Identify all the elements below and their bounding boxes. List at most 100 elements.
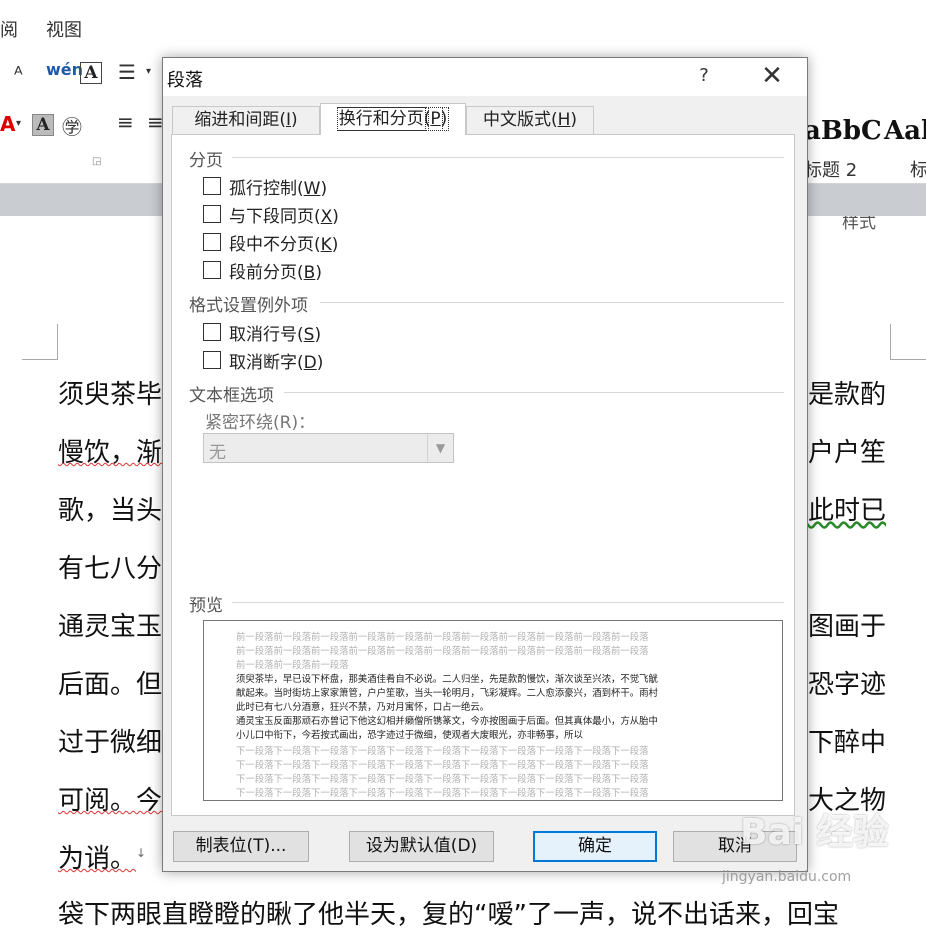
pagination-section-title: 分页 bbox=[189, 151, 223, 171]
close-icon: ✕ bbox=[761, 61, 783, 91]
section-divider bbox=[320, 302, 784, 303]
section-divider bbox=[284, 392, 784, 393]
preview-body-line: 须臾茶毕，早已设下杯盘，那美酒佳肴自不必说。二人归坐，先是款酌慢饮，渐次谈至兴浓… bbox=[236, 674, 658, 685]
accesskey: S bbox=[303, 324, 315, 345]
help-button[interactable]: ? bbox=[693, 63, 715, 89]
section-divider bbox=[232, 602, 784, 603]
doc-line-left: 可阅。今 bbox=[58, 786, 163, 816]
doc-line-left: 歌，当头 bbox=[58, 496, 163, 526]
chevron-down-icon[interactable]: ▼ bbox=[427, 434, 453, 462]
close-button[interactable]: ✕ bbox=[757, 61, 787, 91]
doc-line-left: 后面。但 bbox=[58, 670, 163, 700]
accesskey: X bbox=[320, 206, 333, 227]
doc-line-right: 此时已 bbox=[808, 496, 887, 526]
doc-line-left: 过于微细 bbox=[58, 728, 163, 758]
doc-line-right: 下醉中 bbox=[808, 728, 887, 758]
accesskey: K bbox=[320, 234, 332, 255]
doc-line-left: 通灵宝玉 bbox=[58, 612, 163, 642]
preview-next-line: 下一段落下一段落下一段落下一段落下一段落下一段落下一段落下一段落下一段落下一段落… bbox=[236, 760, 649, 771]
preview-box: 前一段落前一段落前一段落前一段落前一段落前一段落前一段落前一段落前一段落前一段落… bbox=[203, 620, 783, 801]
checkbox-label: 孤行控制 bbox=[229, 178, 297, 199]
preview-body-line: 献起来。当时街坊上家家箫管，户户笙歌，当头一轮明月，飞彩凝辉。二人愈添豪兴，酒到… bbox=[236, 688, 658, 699]
tab-label: 缩进和间距 bbox=[194, 110, 280, 130]
tab-indents-spacing[interactable]: 缩进和间距(I) bbox=[172, 106, 320, 134]
tight-wrap-label: 紧密环绕(R)： bbox=[205, 413, 316, 433]
style-sample-1[interactable]: aBbC bbox=[804, 116, 882, 146]
widow-control-checkbox[interactable]: 孤行控制(W) bbox=[203, 175, 327, 199]
ribbon-tab-review[interactable]: 阅 bbox=[0, 16, 18, 42]
doc-line-right: 恐字迹 bbox=[808, 670, 887, 700]
bullet-list-icon[interactable]: ☰ bbox=[118, 60, 136, 84]
checkbox-box[interactable] bbox=[203, 177, 221, 195]
tab-asian-typography[interactable]: 中文版式(H) bbox=[466, 106, 594, 134]
dialog-launcher-icon[interactable]: ◲ bbox=[92, 156, 101, 167]
chevron-down-icon[interactable]: ▾ bbox=[146, 66, 151, 77]
accesskey: W bbox=[303, 178, 321, 199]
checkbox-label: 段前分页 bbox=[229, 262, 297, 283]
preview-prev-line: 前一段落前一段落前一段落前一段落前一段落前一段落前一段落前一段落前一段落前一段落… bbox=[236, 632, 649, 643]
preview-body-line: 此时已有七八分酒意，狂兴不禁，乃对月寓怀，口占一绝云。 bbox=[236, 702, 490, 713]
tight-wrap-select[interactable]: 无 ▼ bbox=[203, 433, 454, 463]
doc-line-left: 有七八分 bbox=[58, 554, 163, 584]
preview-next-line: 下一段落下一段落下一段落下一段落下一段落下一段落下一段落下一段落下一段落下一段落… bbox=[236, 746, 649, 757]
doc-line-right: 是款酌 bbox=[808, 380, 887, 410]
style-name-heading2: 标题 2 bbox=[804, 160, 858, 181]
dialog-titlebar[interactable]: 段落 ? ✕ bbox=[163, 58, 807, 96]
preview-next-line: 下一段落下一段落下一段落下一段落下一段落下一段落下一段落下一段落下一段落下一段落… bbox=[236, 774, 649, 785]
accesskey: D bbox=[303, 352, 317, 373]
page-corner-mark-left bbox=[22, 324, 58, 360]
paragraph-dialog: 段落 ? ✕ 缩进和间距(I) 换行和分页(P) 中文版式(H) 分页 孤行控制… bbox=[162, 57, 808, 872]
section-divider bbox=[232, 157, 784, 158]
checkbox-label: 取消断字 bbox=[229, 352, 297, 373]
checkbox-box[interactable] bbox=[203, 261, 221, 279]
character-shading-icon[interactable]: A bbox=[32, 114, 54, 136]
doc-line-left: 慢饮，渐 bbox=[58, 438, 163, 468]
doc-line-left: 为诮。 bbox=[58, 844, 137, 874]
align-left-icon[interactable]: ≡ bbox=[117, 110, 134, 134]
enclosed-character-icon[interactable]: ㊫ bbox=[62, 111, 82, 140]
checkbox-box[interactable] bbox=[203, 351, 221, 369]
checkbox-box[interactable] bbox=[203, 233, 221, 251]
keep-with-next-checkbox[interactable]: 与下段同页(X) bbox=[203, 203, 339, 227]
accesskey: B bbox=[303, 262, 316, 283]
dont-hyphenate-checkbox[interactable]: 取消断字(D) bbox=[203, 349, 323, 373]
ok-button[interactable]: 确定 bbox=[533, 831, 657, 862]
tabs-button[interactable]: 制表位(T)... bbox=[173, 831, 309, 862]
baidu-jingyan-watermark: Bai 经验 jingyan.baidu.com bbox=[712, 795, 926, 895]
exceptions-section-title: 格式设置例外项 bbox=[189, 296, 308, 316]
wen-icon[interactable]: wén bbox=[46, 60, 83, 79]
style-sample-2[interactable]: Aal bbox=[884, 116, 926, 146]
preview-section-title: 预览 bbox=[189, 596, 223, 616]
tab-accesskey: I bbox=[285, 110, 291, 130]
tab-accesskey: H bbox=[557, 110, 571, 130]
chevron-down-icon[interactable]: ▾ bbox=[16, 118, 21, 129]
tab-panel: 分页 孤行控制(W) 与下段同页(X) 段中不分页(K) 段前分页(B) 格式设… bbox=[171, 134, 795, 816]
preview-body-line: 小儿口中衔下，今若按式画出，恐字迹过于微细，使观者大废眼光，亦非畅事，所以 bbox=[236, 730, 583, 741]
tab-label: 换行和分页 bbox=[336, 107, 426, 131]
dialog-title: 段落 bbox=[167, 70, 203, 91]
select-value: 无 bbox=[209, 443, 226, 463]
tab-line-page-breaks[interactable]: 换行和分页(P) bbox=[320, 103, 466, 135]
page-break-before-checkbox[interactable]: 段前分页(B) bbox=[203, 259, 322, 283]
checkbox-box[interactable] bbox=[203, 205, 221, 223]
phonetic-guide-icon[interactable]: ᴬ bbox=[14, 62, 23, 86]
paragraph-mark: ↓ bbox=[136, 846, 147, 860]
keep-lines-together-checkbox[interactable]: 段中不分页(K) bbox=[203, 231, 338, 255]
style-name-heading: 标 bbox=[910, 160, 926, 181]
checkbox-label: 段中不分页 bbox=[229, 234, 314, 255]
doc-line-right: 图画于 bbox=[808, 612, 887, 642]
watermark-url: jingyan.baidu.com bbox=[722, 869, 852, 885]
page-corner-mark-right bbox=[890, 324, 926, 360]
preview-prev-line: 前一段落前一段落前一段落 bbox=[236, 660, 349, 671]
checkbox-box[interactable] bbox=[203, 323, 221, 341]
doc-line-right: 户户笙 bbox=[808, 438, 887, 468]
suppress-line-numbers-checkbox[interactable]: 取消行号(S) bbox=[203, 321, 321, 345]
preview-next-line: 下一段落下一段落下一段落下一段落下一段落下一段落下一段落下一段落下一段落下一段落… bbox=[236, 788, 649, 799]
font-color-icon[interactable]: A bbox=[0, 112, 15, 136]
preview-prev-line: 前一段落前一段落前一段落前一段落前一段落前一段落前一段落前一段落前一段落前一段落… bbox=[236, 646, 649, 657]
character-border-icon[interactable]: A bbox=[80, 62, 102, 84]
tab-accesskey: P bbox=[428, 107, 443, 131]
doc-line-left: 须臾茶毕 bbox=[58, 380, 163, 410]
ribbon-tab-view[interactable]: 视图 bbox=[46, 16, 82, 42]
set-default-button[interactable]: 设为默认值(D) bbox=[349, 831, 494, 862]
